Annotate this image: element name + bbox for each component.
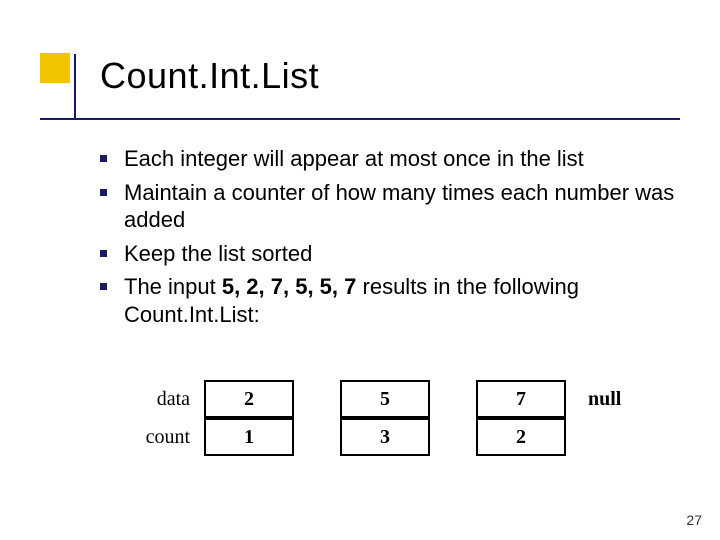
node-count-cell: 3 [340, 418, 430, 456]
title-accent-square [40, 53, 70, 83]
page-title: Count.Int.List [100, 55, 319, 97]
bullet-item: Maintain a counter of how many times eac… [100, 179, 680, 234]
title-underline [40, 118, 680, 120]
slide: Count.Int.List Each integer will appear … [0, 0, 720, 540]
page-number: 27 [686, 512, 702, 528]
bullet-input-sequence: 5, 2, 7, 5, 5, 7 [222, 274, 357, 299]
diagram-row-data: data 2 5 7 null [130, 380, 690, 418]
bullet-text: The input [124, 274, 222, 299]
null-terminator: null [588, 388, 621, 411]
node-count-cell: 1 [204, 418, 294, 456]
linked-list-diagram: data 2 5 7 null count 1 3 2 [130, 380, 690, 456]
bullet-item: The input 5, 2, 7, 5, 5, 7 results in th… [100, 273, 680, 328]
node-gap [294, 420, 340, 454]
node-gap [430, 382, 476, 416]
bullet-list: Each integer will appear at most once in… [100, 145, 680, 334]
bullet-item: Each integer will appear at most once in… [100, 145, 680, 173]
row-label-count: count [130, 426, 190, 449]
diagram-row-count: count 1 3 2 [130, 418, 690, 456]
title-accent-vertical [74, 54, 76, 118]
node-gap [430, 420, 476, 454]
node-gap [294, 382, 340, 416]
node-data-cell: 7 [476, 380, 566, 418]
row-label-data: data [130, 388, 190, 411]
node-data-cell: 2 [204, 380, 294, 418]
node-count-cell: 2 [476, 418, 566, 456]
bullet-item: Keep the list sorted [100, 240, 680, 268]
node-data-cell: 5 [340, 380, 430, 418]
